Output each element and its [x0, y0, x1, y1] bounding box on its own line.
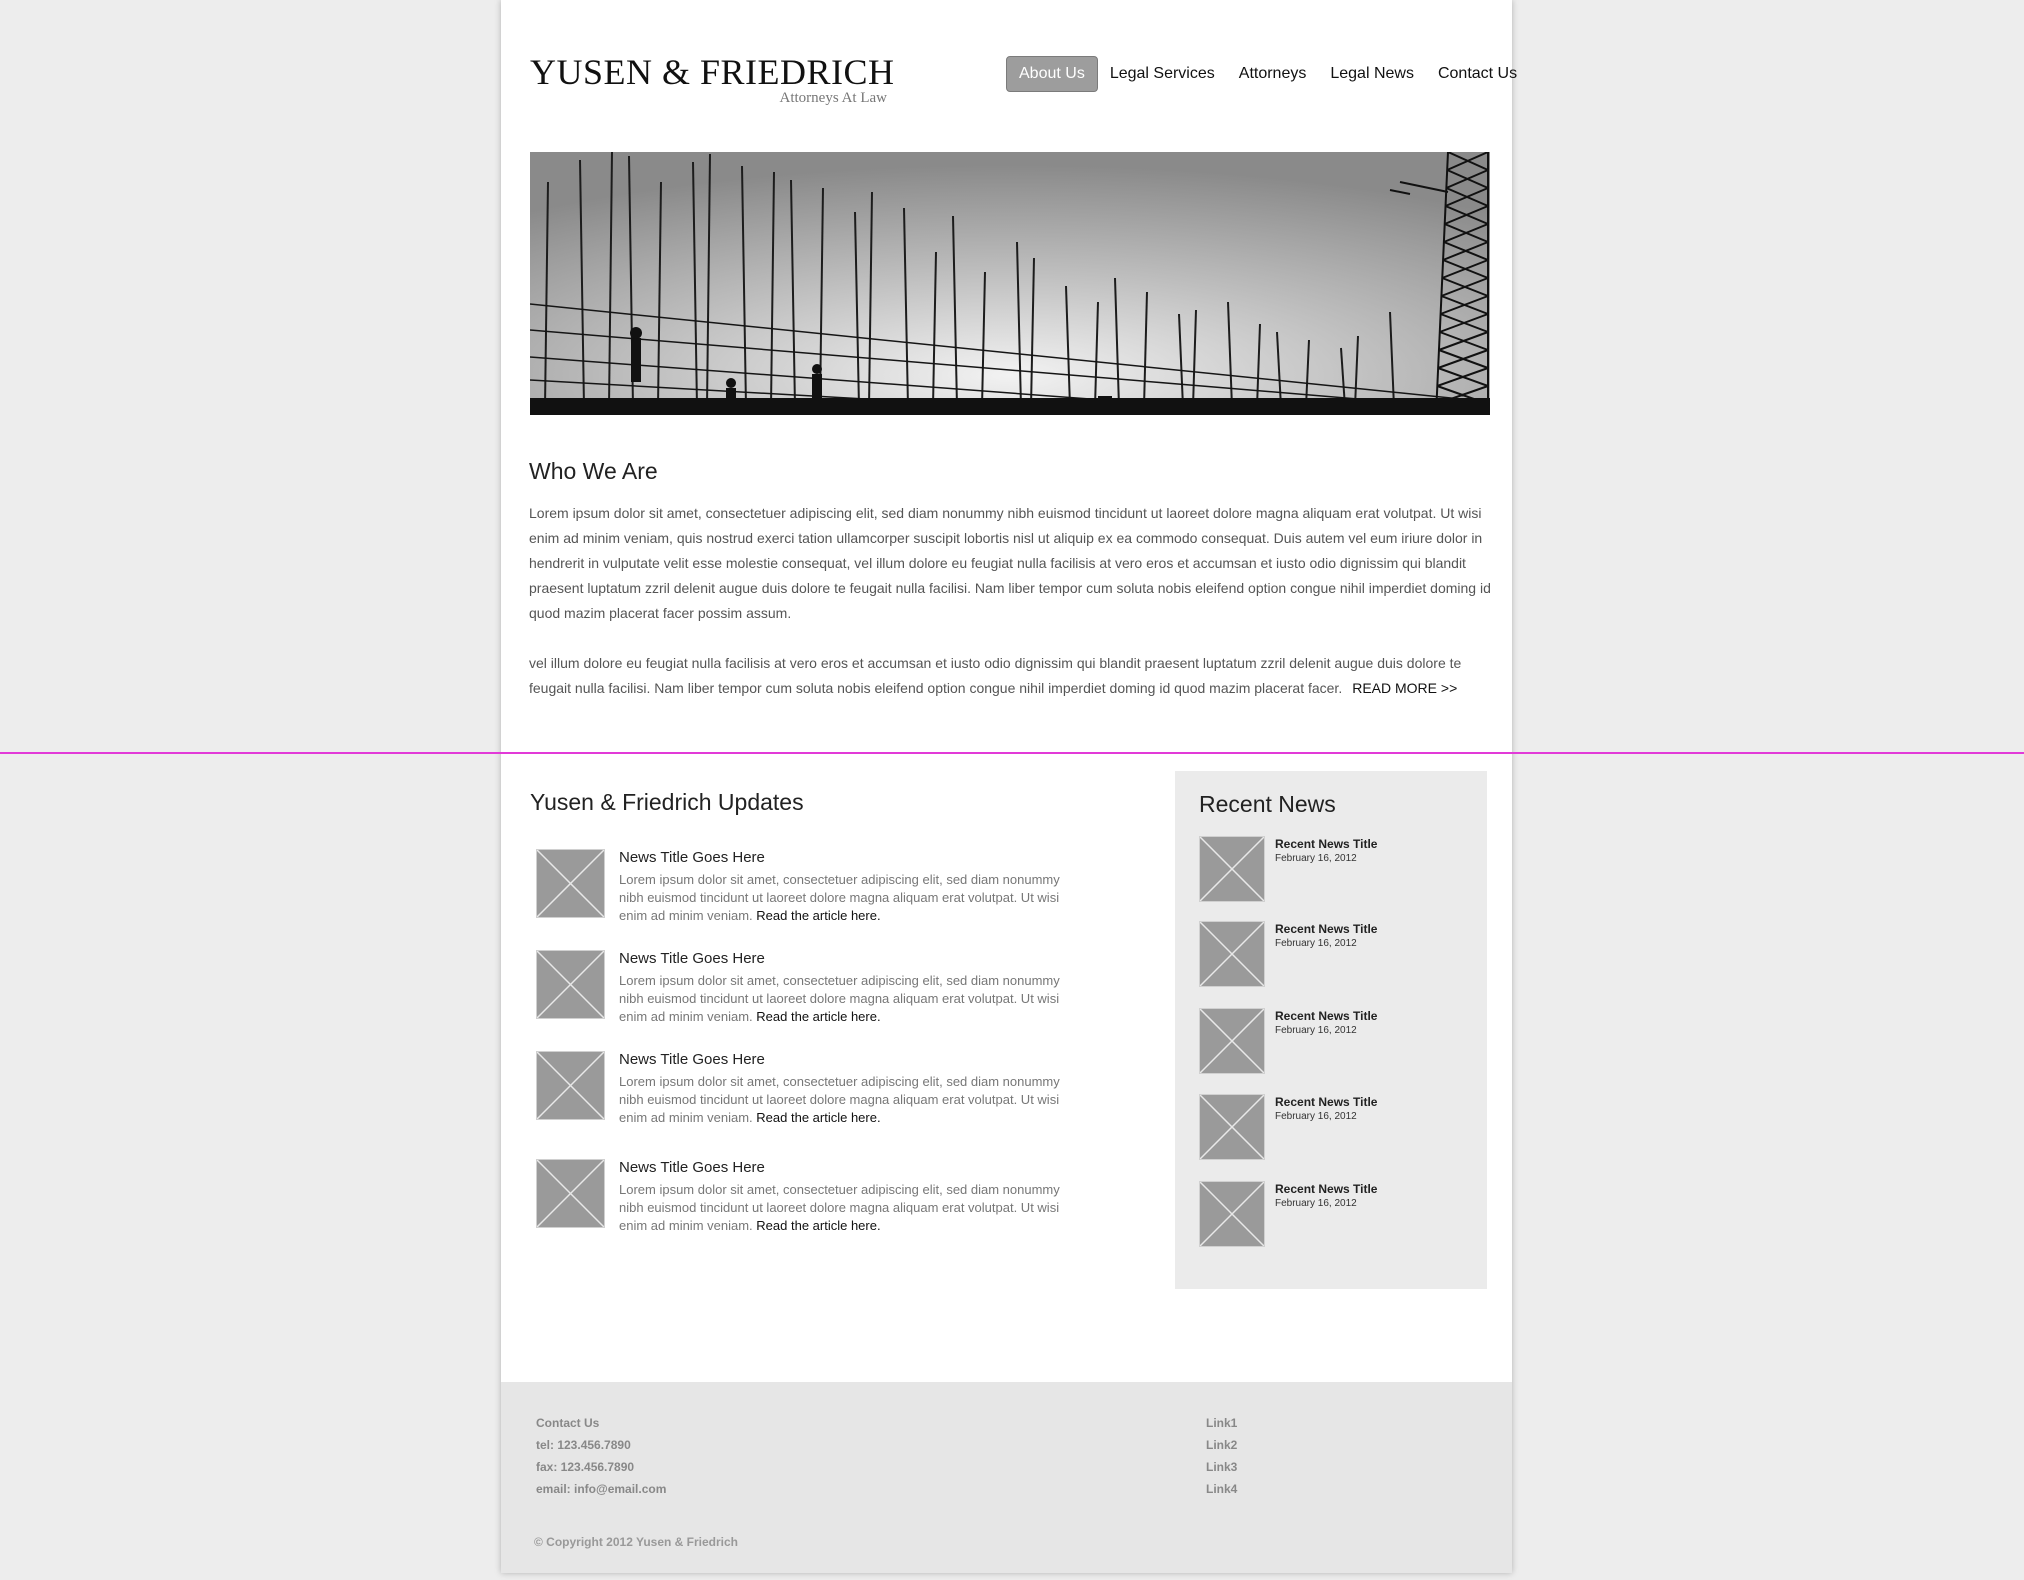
update-title[interactable]: News Title Goes Here — [619, 950, 765, 967]
read-article-link[interactable]: Read the article here. — [756, 908, 880, 923]
recent-news-heading: Recent News — [1199, 791, 1336, 817]
recent-news-date: February 16, 2012 — [1275, 938, 1357, 949]
recent-news-date: February 16, 2012 — [1275, 1111, 1357, 1122]
recent-news-title[interactable]: Recent News Title — [1275, 837, 1377, 851]
image-placeholder-icon[interactable] — [536, 950, 605, 1019]
who-we-are-text: Lorem ipsum dolor sit amet, consectetuer… — [529, 501, 1494, 726]
update-title[interactable]: News Title Goes Here — [619, 849, 765, 866]
nav-attorneys[interactable]: Attorneys — [1227, 57, 1319, 91]
recent-news-date: February 16, 2012 — [1275, 1198, 1357, 1209]
guide-line — [0, 752, 2024, 754]
update-item: News Title Goes Here Lorem ipsum dolor s… — [536, 950, 1096, 1030]
image-placeholder-icon — [1199, 921, 1265, 987]
recent-news-item[interactable]: Recent News Title February 16, 2012 — [1199, 836, 1469, 906]
recent-news-panel: Recent News Recent News Title February 1… — [1175, 771, 1487, 1289]
update-body: Lorem ipsum dolor sit amet, consectetuer… — [619, 1181, 1069, 1235]
nav-contact-us[interactable]: Contact Us — [1426, 57, 1529, 91]
footer-contact-heading[interactable]: Contact Us — [536, 1412, 666, 1434]
who-paragraph-2-text: vel illum dolore eu feugiat nulla facili… — [529, 655, 1462, 696]
recent-news-item[interactable]: Recent News Title February 16, 2012 — [1199, 1181, 1469, 1251]
nav-legal-services[interactable]: Legal Services — [1098, 57, 1227, 91]
recent-news-date: February 16, 2012 — [1275, 853, 1357, 864]
footer: Contact Us tel: 123.456.7890 fax: 123.45… — [501, 1382, 1512, 1573]
recent-news-title[interactable]: Recent News Title — [1275, 922, 1377, 936]
nav-about-us[interactable]: About Us — [1006, 56, 1098, 92]
footer-link-1[interactable]: Link1 — [1206, 1412, 1237, 1434]
recent-news-title[interactable]: Recent News Title — [1275, 1009, 1377, 1023]
update-item: News Title Goes Here Lorem ipsum dolor s… — [536, 1051, 1096, 1131]
update-body: Lorem ipsum dolor sit amet, consectetuer… — [619, 871, 1069, 925]
read-article-link[interactable]: Read the article here. — [756, 1009, 880, 1024]
footer-email[interactable]: email: info@email.com — [536, 1478, 666, 1500]
who-paragraph-1: Lorem ipsum dolor sit amet, consectetuer… — [529, 505, 1491, 621]
page: YUSEN & FRIEDRICH Attorneys At Law About… — [501, 0, 1517, 1573]
update-title[interactable]: News Title Goes Here — [619, 1159, 765, 1176]
footer-links: Link1 Link2 Link3 Link4 — [1206, 1412, 1237, 1500]
read-article-link[interactable]: Read the article here. — [756, 1218, 880, 1233]
footer-contact: Contact Us tel: 123.456.7890 fax: 123.45… — [536, 1412, 666, 1500]
footer-link-2[interactable]: Link2 — [1206, 1434, 1237, 1456]
footer-fax: fax: 123.456.7890 — [536, 1460, 635, 1474]
image-placeholder-icon[interactable] — [536, 1159, 605, 1228]
logo[interactable]: YUSEN & FRIEDRICH Attorneys At Law — [530, 52, 895, 107]
nav-legal-news[interactable]: Legal News — [1318, 57, 1426, 91]
update-body: Lorem ipsum dolor sit amet, consectetuer… — [619, 972, 1069, 1026]
footer-link-3[interactable]: Link3 — [1206, 1456, 1237, 1478]
image-placeholder-icon[interactable] — [536, 1051, 605, 1120]
who-paragraph-2: vel illum dolore eu feugiat nulla facili… — [529, 651, 1494, 701]
copyright: © Copyright 2012 Yusen & Friedrich — [534, 1535, 739, 1549]
hero-image — [530, 152, 1490, 415]
recent-news-title[interactable]: Recent News Title — [1275, 1095, 1377, 1109]
recent-news-date: February 16, 2012 — [1275, 1025, 1357, 1036]
read-more-link[interactable]: READ MORE >> — [1352, 680, 1457, 696]
image-placeholder-icon — [1199, 836, 1265, 902]
footer-tel: tel: 123.456.7890 — [536, 1438, 631, 1452]
update-title[interactable]: News Title Goes Here — [619, 1051, 765, 1068]
update-item: News Title Goes Here Lorem ipsum dolor s… — [536, 849, 1096, 929]
logo-subtitle: Attorneys At Law — [779, 90, 887, 106]
image-placeholder-icon — [1199, 1008, 1265, 1074]
image-placeholder-icon — [1199, 1094, 1265, 1160]
footer-link-4[interactable]: Link4 — [1206, 1478, 1237, 1500]
update-body: Lorem ipsum dolor sit amet, consectetuer… — [619, 1073, 1069, 1127]
update-item: News Title Goes Here Lorem ipsum dolor s… — [536, 1159, 1096, 1239]
recent-news-item[interactable]: Recent News Title February 16, 2012 — [1199, 921, 1469, 991]
recent-news-item[interactable]: Recent News Title February 16, 2012 — [1199, 1094, 1469, 1164]
image-placeholder-icon — [1199, 1181, 1265, 1247]
recent-news-item[interactable]: Recent News Title February 16, 2012 — [1199, 1008, 1469, 1078]
updates-heading: Yusen & Friedrich Updates — [530, 789, 804, 815]
recent-news-title[interactable]: Recent News Title — [1275, 1182, 1377, 1196]
main-nav: About Us Legal Services Attorneys Legal … — [1006, 56, 1529, 92]
logo-title: YUSEN & FRIEDRICH — [530, 52, 895, 92]
read-article-link[interactable]: Read the article here. — [756, 1110, 880, 1125]
construction-scaffolding-photo — [530, 152, 1490, 415]
who-we-are-heading: Who We Are — [529, 458, 658, 484]
image-placeholder-icon[interactable] — [536, 849, 605, 918]
